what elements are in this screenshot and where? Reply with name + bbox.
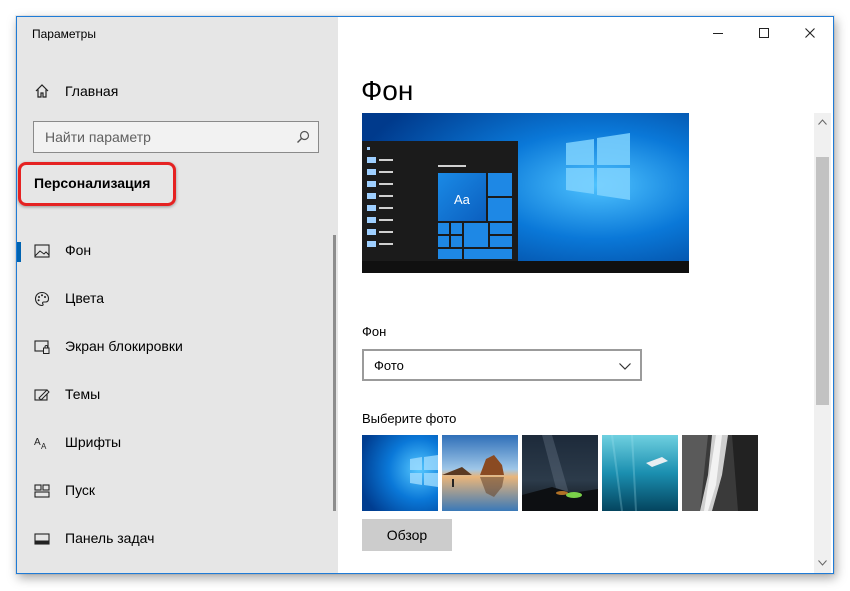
minimize-icon[interactable]	[695, 17, 741, 49]
settings-window: Параметры Главная Персонализация Фон	[16, 16, 834, 574]
sidebar-scrollbar[interactable]	[333, 235, 336, 511]
background-type-label: Фон	[362, 324, 387, 339]
page-title: Фон	[361, 75, 414, 106]
themes-icon	[33, 386, 51, 404]
sidebar-item-start[interactable]: Пуск	[17, 469, 333, 513]
home-label: Главная	[65, 83, 119, 99]
sidebar-item-label: Фон	[65, 242, 92, 258]
sidebar-item-taskbar[interactable]: Панель задач	[17, 517, 333, 561]
taskbar-icon	[33, 530, 51, 548]
chevron-down-icon	[618, 359, 632, 373]
fonts-icon: AA	[33, 434, 51, 452]
sidebar-item-label: Панель задач	[65, 530, 155, 546]
scrollbar-thumb[interactable]	[816, 157, 829, 405]
picture-icon	[33, 242, 51, 260]
svg-text:A: A	[41, 442, 47, 451]
dropdown-value: Фото	[374, 358, 404, 373]
sidebar-item-label: Шрифты	[65, 434, 122, 450]
window-title: Параметры	[32, 27, 96, 41]
sidebar-item-label: Темы	[65, 386, 101, 402]
sidebar-item-label: Цвета	[65, 290, 104, 306]
sidebar-item-background[interactable]: Фон	[17, 229, 333, 273]
choose-photo-label: Выберите фото	[362, 411, 457, 426]
sidebar-item-label: Экран блокировки	[65, 338, 183, 354]
lock-screen-icon	[33, 338, 51, 356]
photo-thumb-rock-waterfall[interactable]	[682, 435, 758, 511]
sidebar-item-label: Пуск	[65, 482, 96, 498]
content-pane: Фон Aa Фон Фото Выберите фото Обзор	[338, 17, 833, 573]
browse-button[interactable]: Обзор	[362, 519, 452, 551]
sidebar: Параметры Главная Персонализация Фон	[17, 17, 338, 573]
photo-thumb-beach[interactable]	[442, 435, 518, 511]
maximize-icon[interactable]	[741, 17, 787, 49]
palette-icon	[33, 290, 51, 308]
content-scrollbar[interactable]	[814, 113, 831, 573]
search-field[interactable]	[33, 121, 319, 153]
background-type-dropdown[interactable]: Фото	[362, 349, 642, 381]
photo-thumb-underwater[interactable]	[602, 435, 678, 511]
search-input[interactable]	[34, 122, 295, 152]
close-icon[interactable]	[787, 17, 833, 49]
svg-text:A: A	[34, 437, 41, 448]
photo-thumb-night-sky[interactable]	[522, 435, 598, 511]
scroll-down-icon[interactable]	[817, 557, 828, 568]
sidebar-item-themes[interactable]: Темы	[17, 373, 333, 417]
background-preview: Aa	[362, 113, 689, 273]
sidebar-item-home[interactable]: Главная	[17, 79, 338, 103]
photo-gallery	[362, 435, 762, 511]
home-icon	[33, 82, 51, 100]
sidebar-item-lock-screen[interactable]: Экран блокировки	[17, 325, 333, 369]
sidebar-item-fonts[interactable]: AA Шрифты	[17, 421, 333, 465]
start-icon	[33, 482, 51, 500]
preview-tile-text: Aa	[454, 192, 470, 207]
search-icon[interactable]	[294, 128, 312, 146]
sidebar-item-colors[interactable]: Цвета	[17, 277, 333, 321]
photo-thumb-windows[interactable]	[362, 435, 438, 511]
active-indicator	[17, 242, 21, 262]
highlight-annotation	[18, 162, 176, 206]
scroll-up-icon[interactable]	[817, 116, 828, 127]
